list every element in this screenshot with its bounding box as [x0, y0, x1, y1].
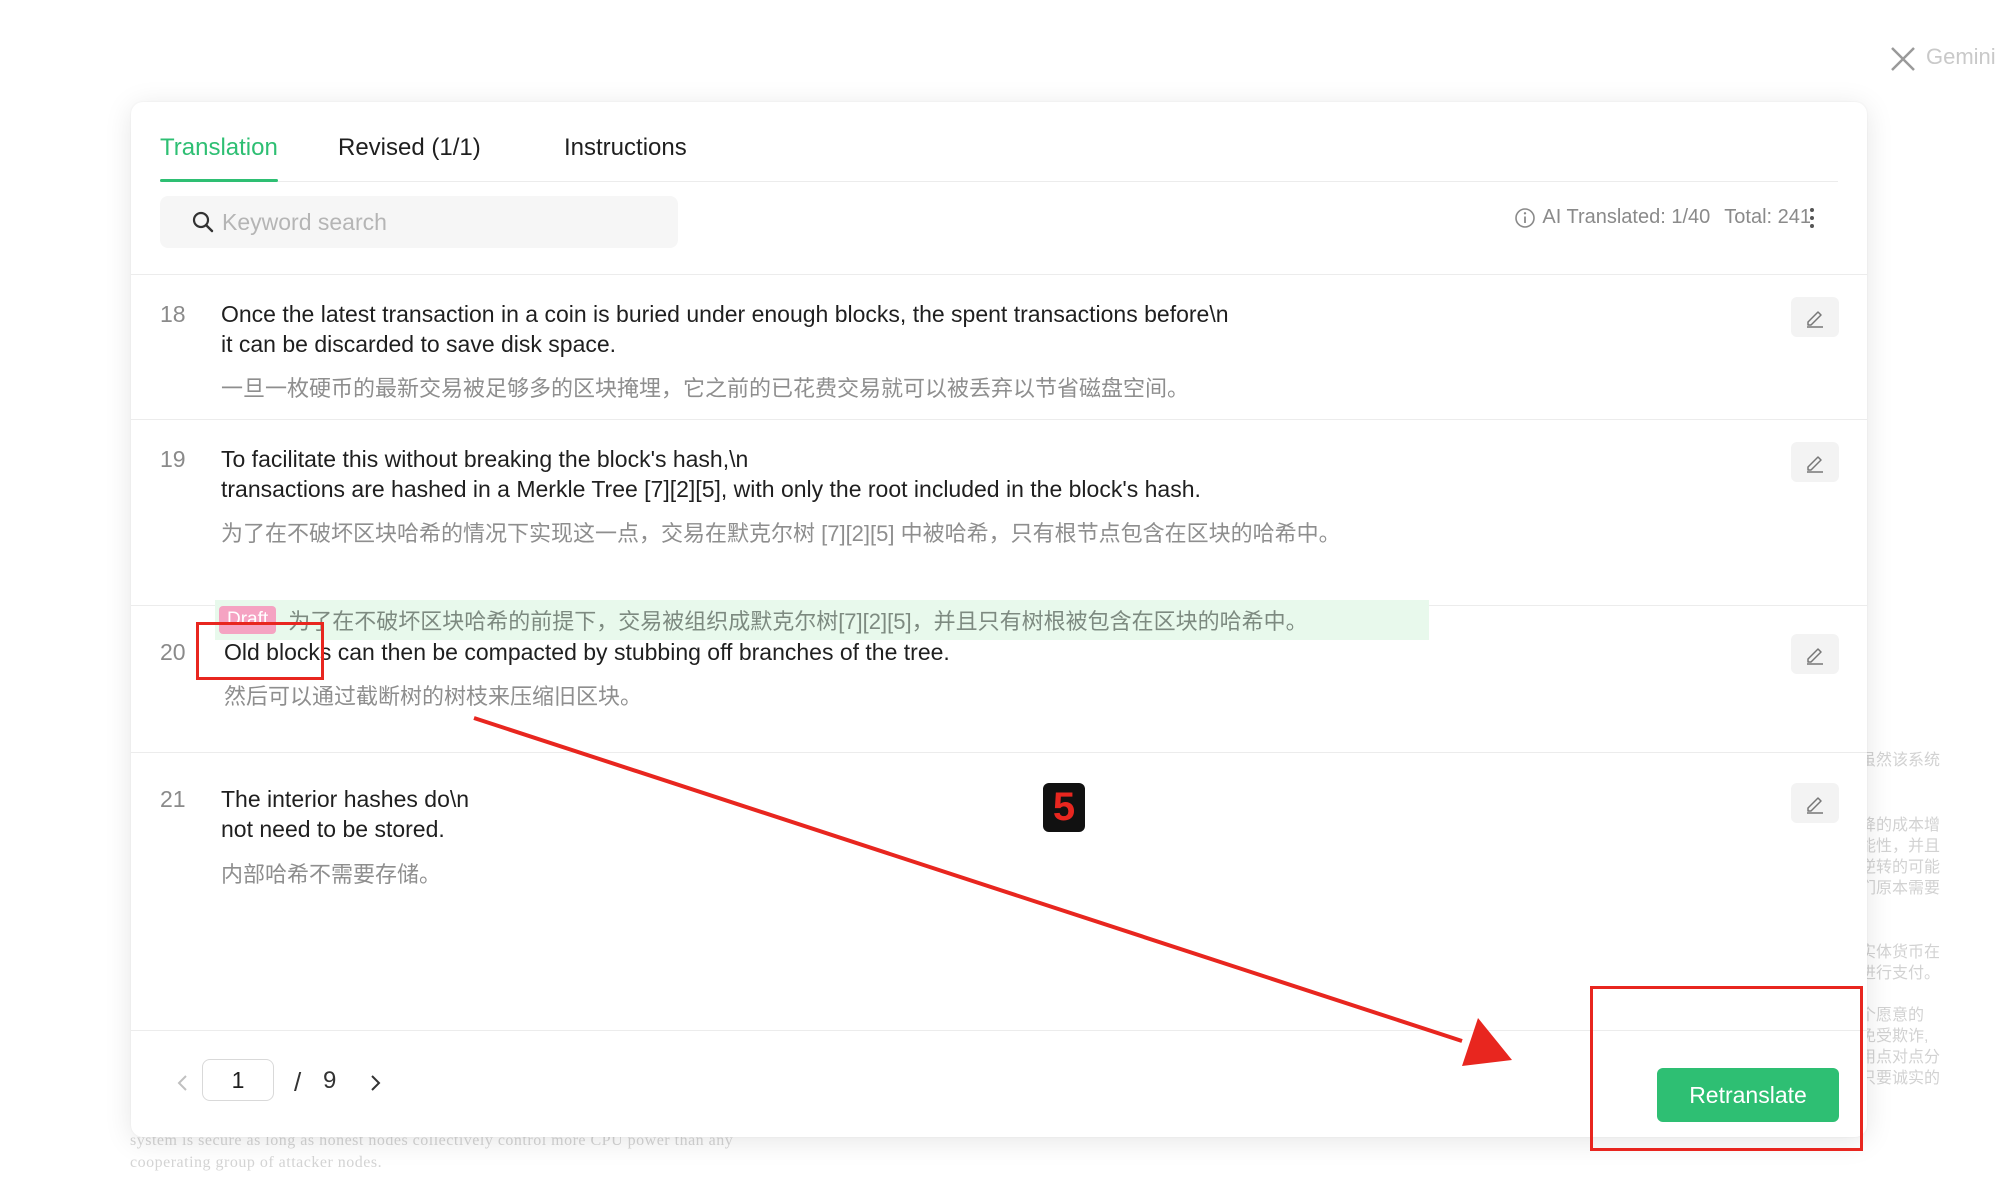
translation-panel: Translation Revised (1/1) Instructions A… — [131, 102, 1867, 1137]
segment-row: 19 To facilitate this without breaking t… — [131, 420, 1867, 640]
edit-button[interactable] — [1791, 297, 1839, 337]
segment-source: Old blocks can then be compacted by stub… — [224, 639, 950, 665]
pencil-icon — [1807, 311, 1823, 328]
segment-number: 18 — [160, 301, 186, 327]
page-number-input[interactable] — [202, 1059, 274, 1101]
background-text: 能性，并且 — [1860, 838, 1941, 855]
page-total: 9 — [323, 1067, 337, 1094]
segment-number: 21 — [160, 786, 186, 812]
pencil-icon — [1807, 797, 1823, 814]
edit-button[interactable] — [1791, 783, 1839, 823]
search-icon — [192, 211, 214, 233]
segment-number: 20 — [160, 639, 186, 665]
background-app-label: Gemini — [1926, 44, 1996, 69]
background-text: 逆转的可能 — [1860, 859, 1941, 876]
more-icon — [1810, 208, 1814, 212]
retranslate-button[interactable]: Retranslate — [1657, 1068, 1839, 1122]
search-input[interactable] — [222, 208, 662, 236]
segment-translation: 一旦一枚硬币的最新交易被足够多的区块掩埋，它之前的已花费交易就可以被丢弃以节省磁… — [221, 376, 1190, 401]
segment-row: 20 Old blocks can then be compacted by s… — [131, 606, 1867, 753]
segment-list: 18 Once the latest transaction in a coin… — [131, 274, 1867, 937]
more-options-button[interactable] — [1805, 204, 1819, 232]
pagination-footer: / 9 Retranslate — [131, 1030, 1867, 1137]
segment-row: 21 The interior hashes do\n not need to … — [131, 753, 1867, 937]
background-text: 个愿意的 — [1860, 1007, 1925, 1024]
segment-translation: 为了在不破坏区块哈希的情况下实现这一点，交易在默克尔树 [7][2][5] 中被… — [221, 521, 1341, 546]
step-badge: 5 — [1043, 783, 1085, 832]
ai-translated-count: AI Translated: 1/40 — [1542, 206, 1711, 228]
segment-source: transactions are hashed in a Merkle Tree… — [221, 476, 1201, 502]
segment-translation: 然后可以通过截断树的树枝来压缩旧区块。 — [224, 684, 643, 709]
segment-source: not need to be stored. — [221, 816, 445, 842]
info-icon — [1515, 207, 1536, 228]
pencil-icon — [1807, 648, 1823, 665]
background-text: 进行支付。 — [1860, 965, 1941, 982]
tab-revised[interactable]: Revised (1/1) — [338, 134, 481, 182]
screen: Gemini 虽然该系统 降的成本增 能性，并且 逆转的可能 们原本需要 实体货… — [0, 0, 2000, 1202]
background-text: 免受欺诈, — [1860, 1028, 1929, 1045]
background-text: 虽然该系统 — [1860, 752, 1941, 769]
background-text: 只要诚实的 — [1860, 1070, 1941, 1087]
edit-button[interactable] — [1791, 442, 1839, 482]
close-icon[interactable] — [1888, 44, 1918, 74]
chevron-right-icon[interactable] — [363, 1071, 387, 1095]
segment-translation: 内部哈希不需要存储。 — [221, 862, 442, 887]
tab-translation[interactable]: Translation — [160, 134, 278, 182]
background-text: 实体货币在 — [1860, 944, 1941, 961]
tab-bar: Translation Revised (1/1) Instructions — [160, 102, 1838, 182]
total-count: Total: 241 — [1724, 206, 1811, 228]
edit-button[interactable] — [1791, 634, 1839, 674]
segment-number: 19 — [160, 446, 186, 472]
background-text: cooperating group of attacker nodes. — [130, 1154, 383, 1171]
background-text: 降的成本增 — [1860, 817, 1941, 834]
translation-stats: AI Translated: 1/40 Total: 241 — [1514, 206, 1811, 229]
segment-row: 18 Once the latest transaction in a coin… — [131, 275, 1867, 420]
page-separator: / — [294, 1067, 302, 1097]
chevron-left-icon[interactable] — [171, 1071, 195, 1095]
tab-instructions[interactable]: Instructions — [564, 134, 687, 182]
pencil-icon — [1807, 456, 1823, 473]
background-text: 用点对点分 — [1860, 1049, 1941, 1066]
segment-source: it can be discarded to save disk space. — [221, 331, 617, 357]
search-box — [160, 196, 678, 248]
background-text: 们原本需要 — [1860, 880, 1941, 897]
